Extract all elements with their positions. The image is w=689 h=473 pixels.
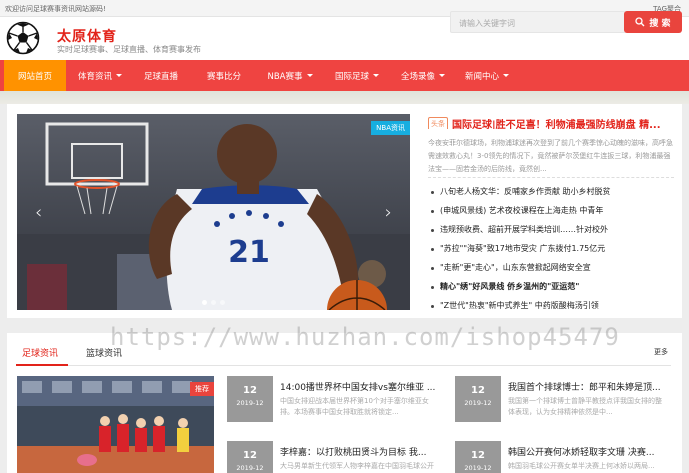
slider-dot[interactable] — [220, 300, 225, 305]
more-link[interactable]: 更多 — [654, 347, 668, 357]
nav-item-home[interactable]: 网站首页 — [4, 60, 66, 91]
slider-dot-active[interactable] — [202, 300, 207, 305]
search-icon — [635, 17, 645, 27]
date-day: 12 — [243, 450, 257, 461]
basketball-player-photo: 21 — [17, 114, 410, 310]
list-item[interactable]: "走新"更"走心"，山东东营掀起网络安全宣 — [428, 262, 678, 281]
nav-item-football-live[interactable]: 足球直播 — [133, 60, 189, 91]
list-item[interactable]: "Z世代"热衷"新中式养生" 中药版酸梅汤引领 — [428, 300, 678, 319]
list-item[interactable]: "苏拉""海葵"致17地市受灾 广东拨付1.75亿元 — [428, 243, 678, 262]
article-title[interactable]: 韩国公开赛何冰娇轻取李文珊 决赛... — [508, 445, 668, 458]
article-title[interactable]: 李梓嘉：以打败桃田贤斗为目标 我... — [280, 445, 440, 458]
nav-item-scores[interactable]: 赛事比分 — [196, 60, 252, 91]
nav-item-intl-football[interactable]: 国际足球 — [326, 60, 388, 91]
headline-tag: 头条 — [428, 116, 448, 129]
news-list: 八旬老人杨文华：反哺家乡作贡献 助小乡村脱贫 (申城风景线) 艺术夜校课程在上海… — [428, 186, 678, 319]
list-item[interactable]: (申城风景线) 艺术夜校课程在上海走热 中青年 — [428, 205, 678, 224]
article-summary: 中国女排迎战本届世界杯第10个对手塞尔维亚女排。本场赛事中国女排取胜就将锁定..… — [280, 397, 429, 416]
article-card[interactable]: 12 2019-12 14:00播世界杯中国女排vs塞尔维亚 ... 中国女排迎… — [227, 376, 445, 422]
article-card[interactable]: 12 2019-12 我国首个排球博士：郎平和朱婷是顶... 我国第一个排球博士… — [455, 376, 673, 422]
decorative-band — [0, 91, 689, 104]
list-item[interactable]: 八旬老人杨文华：反哺家乡作贡献 助小乡村脱贫 — [428, 186, 678, 205]
chevron-down-icon — [439, 74, 445, 77]
date-badge: 12 2019-12 — [227, 441, 273, 473]
site-name[interactable]: 太原体育 — [57, 26, 117, 46]
nav-label: 赛事比分 — [206, 71, 241, 82]
search-button[interactable]: 搜 索 — [624, 11, 682, 33]
tab-bar-line — [16, 365, 671, 366]
chevron-down-icon — [373, 74, 379, 77]
nav-label: 新闻中心 — [464, 71, 499, 82]
search-input[interactable]: 请输入关键字词 — [450, 11, 625, 33]
main-nav: 网站首页 体育资讯 足球直播 赛事比分 NBA赛事 国际足球 全场录像 新闻中心 — [0, 60, 689, 91]
nav-label: 网站首页 — [17, 71, 52, 82]
slider-dot[interactable] — [211, 300, 216, 305]
date-day: 12 — [471, 385, 485, 396]
chevron-down-icon — [116, 74, 122, 77]
list-item[interactable]: 精心"绣"好风景线 侨乡温州的"亚运范" — [428, 281, 678, 300]
nav-item-replays[interactable]: 全场录像 — [392, 60, 454, 91]
date-year-month: 2019-12 — [236, 464, 264, 472]
date-year-month: 2019-12 — [464, 399, 492, 407]
active-tab-indicator — [16, 364, 68, 366]
headline-title[interactable]: 国际足球|胜不足喜！利物浦最强防线崩盘 精... — [452, 120, 661, 129]
nav-label: 国际足球 — [334, 71, 369, 82]
article-summary: 韩国羽毛球公开赛女单半决赛上何冰娇以两局... — [508, 462, 655, 470]
article-card[interactable]: 12 2019-12 韩国公开赛何冰娇轻取李文珊 决赛... 韩国羽毛球公开赛女… — [455, 441, 673, 473]
chevron-down-icon — [503, 74, 509, 77]
site-tagline: 实时足球赛事、足球直播、体育赛事发布 — [57, 45, 201, 54]
nav-item-sports-news[interactable]: 体育资讯 — [69, 60, 131, 91]
nav-label: 全场录像 — [400, 71, 435, 82]
date-year-month: 2019-12 — [464, 464, 492, 472]
nav-item-nba[interactable]: NBA赛事 — [258, 60, 322, 91]
search-button-label: 搜 索 — [649, 18, 671, 29]
article-summary: 大马男单新生代领军人物李梓嘉在中国羽毛球公开赛... — [280, 462, 434, 470]
date-badge: 12 2019-12 — [455, 441, 501, 473]
date-badge: 12 2019-12 — [227, 376, 273, 422]
chevron-right-icon[interactable]: › — [385, 202, 392, 223]
watermark-text: https://www.huzhan.com/ishop45479 — [110, 323, 620, 351]
soccer-ball-logo-icon[interactable] — [6, 21, 40, 55]
list-item[interactable]: 违规预收费、超前开展学科类培训……针对校外 — [428, 224, 678, 243]
headline-summary: 今夜安菲尔德球场，利物浦球迷再次登到了前几个赛季惊心动魄的滋味，高呼急需速效救心… — [428, 139, 673, 173]
article-title[interactable]: 我国首个排球博士：郎平和朱婷是顶... — [508, 380, 668, 393]
tab-football-news[interactable]: 足球资讯 — [22, 346, 58, 359]
article-title[interactable]: 14:00播世界杯中国女排vs塞尔维亚 ... — [280, 380, 440, 393]
headline[interactable]: 头条 国际足球|胜不足喜！利物浦最强防线崩盘 精... — [428, 113, 676, 129]
welcome-text: 欢迎访问足球赛事资讯网站源码! — [5, 5, 106, 13]
feature-photo[interactable]: 推荐 — [17, 376, 214, 473]
nav-label: 足球直播 — [143, 71, 178, 82]
recommend-badge: 推荐 — [190, 382, 214, 396]
nav-label: 体育资讯 — [77, 71, 112, 82]
article-card[interactable]: 12 2019-12 李梓嘉：以打败桃田贤斗为目标 我... 大马男单新生代领军… — [227, 441, 445, 473]
date-day: 12 — [471, 450, 485, 461]
nav-label: NBA赛事 — [267, 71, 303, 82]
date-day: 12 — [243, 385, 257, 396]
slide-category-badge[interactable]: NBA资讯 — [371, 121, 410, 135]
article-summary: 我国第一个排球博士曾静平教授点评我国女排的整体表现，认为女排精神依然是中... — [508, 397, 662, 416]
date-badge: 12 2019-12 — [455, 376, 501, 422]
slider-dots — [202, 300, 225, 305]
image-slider[interactable]: 21 NBA资讯 ‹ › — [17, 114, 410, 310]
nav-item-news-center[interactable]: 新闻中心 — [456, 60, 518, 91]
volleyball-team-photo — [17, 376, 214, 473]
chevron-down-icon — [306, 74, 313, 77]
date-year-month: 2019-12 — [236, 399, 264, 407]
jersey-number: 21 — [228, 235, 270, 270]
chevron-left-icon[interactable]: ‹ — [35, 202, 42, 223]
divider — [428, 177, 674, 178]
